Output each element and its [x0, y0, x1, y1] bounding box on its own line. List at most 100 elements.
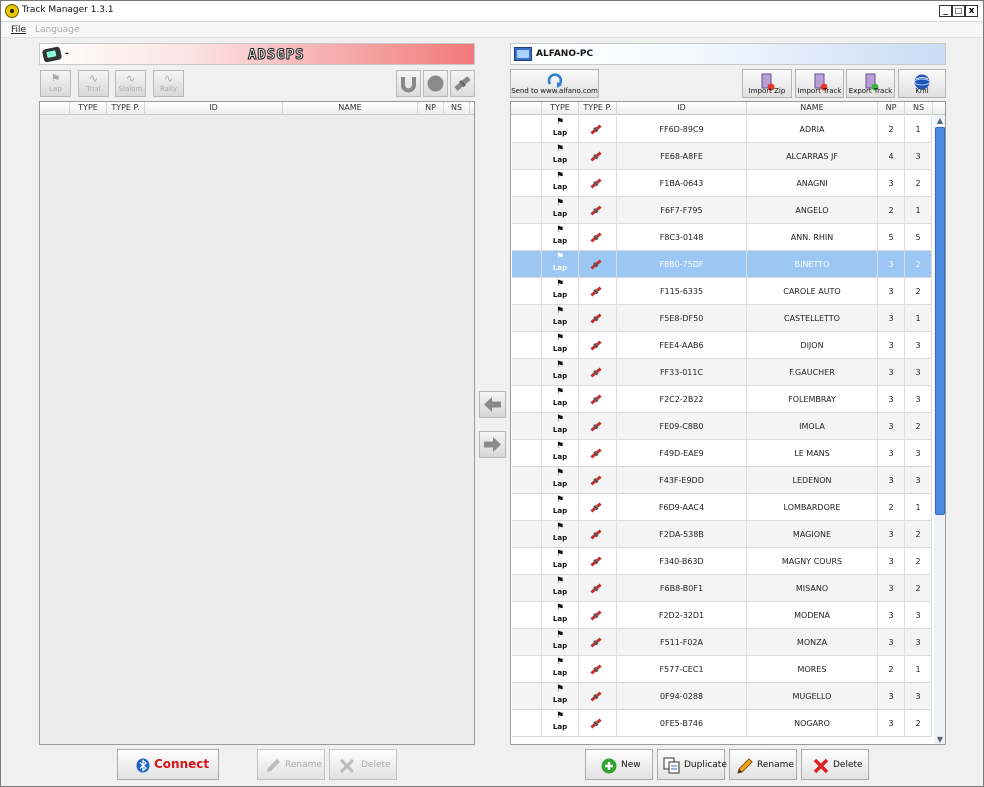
table-row[interactable]: F2C2-2B22 FOLEMBRAY 3 3 ⚑ Lap	[512, 386, 932, 413]
table-row[interactable]: F577-CEC1 MORES 2 1 ⚑ Lap	[512, 656, 932, 683]
cell-blank	[512, 359, 542, 386]
table-row[interactable]: F6B8-B0F1 MISANO 3 2 ⚑ Lap	[512, 575, 932, 602]
scroll-thumb[interactable]	[935, 127, 945, 515]
scroll-up-icon[interactable]: ▲	[934, 115, 945, 126]
table-row[interactable]: FF33-011C F.GAUCHER 3 3 ⚑ Lap	[512, 359, 932, 386]
col-name[interactable]: NAME	[747, 102, 878, 115]
import-zip-button[interactable]: Import Zip	[742, 69, 792, 98]
cell-ns: 3	[905, 440, 932, 467]
device-delete-button[interactable]: Delete	[329, 749, 397, 780]
table-row[interactable]: F8C3-0148 ANN. RHIN 5 5 ⚑ Lap	[512, 224, 932, 251]
pc-track-table[interactable]: TYPE TYPE P. ID NAME NP NS FF6D-89C9 ADRI…	[510, 101, 946, 745]
satellite-icon	[590, 475, 602, 486]
device-track-table[interactable]: TYPE TYPE P. ID NAME NP NS	[39, 101, 475, 745]
track-type-label: Lap	[552, 723, 568, 731]
table-row[interactable]: F8B0-75DF BINETTO 3 2 ⚑ Lap	[512, 251, 932, 278]
close-button[interactable]: x	[965, 5, 978, 17]
slalom-button[interactable]: ∿ Slalom	[115, 70, 146, 97]
rally-button[interactable]: ∿ Rally	[153, 70, 184, 97]
lap-flag-icon: ⚑	[555, 549, 565, 559]
satellite-button[interactable]	[450, 70, 475, 97]
table-row[interactable]: F340-B63D MAGNY COURS 3 2 ⚑ Lap	[512, 548, 932, 575]
cell-np: 3	[878, 251, 905, 278]
menu-bar: File Language	[1, 22, 983, 38]
table-row[interactable]: F5E8-DF50 CASTELLETTO 3 1 ⚑ Lap	[512, 305, 932, 332]
send-button-label: Send to www.alfano.com	[511, 87, 598, 95]
cell-ns: 1	[905, 197, 932, 224]
trial-button[interactable]: ∿ Trial	[78, 70, 109, 97]
table-row[interactable]: FE68-A8FE ALCARRAS JF 4 3 ⚑ Lap	[512, 143, 932, 170]
track-type-label: Lap	[552, 561, 568, 569]
send-to-alfano-button[interactable]: Send to www.alfano.com	[510, 69, 599, 98]
menu-file[interactable]: File	[11, 25, 26, 35]
track-type-label: Lap	[552, 696, 568, 704]
slalom-icon: ∿	[125, 72, 136, 85]
scroll-down-icon[interactable]: ▼	[934, 734, 945, 744]
cell-name: MORES	[747, 656, 878, 683]
menu-language[interactable]: Language	[35, 25, 79, 35]
col-type[interactable]: TYPE	[542, 102, 579, 115]
table-row[interactable]: F6F7-F795 ANGELO 2 1 ⚑ Lap	[512, 197, 932, 224]
export-track-button[interactable]: Export Track	[846, 69, 895, 98]
device-rename-button[interactable]: Rename	[257, 749, 325, 780]
cell-np: 3	[878, 683, 905, 710]
col-name[interactable]: NAME	[283, 102, 418, 115]
table-row[interactable]: F1BA-0643 ANAGNI 3 2 ⚑ Lap	[512, 170, 932, 197]
delete-button[interactable]: Delete	[801, 749, 869, 780]
cell-np: 2	[878, 116, 905, 143]
connect-button[interactable]: Connect	[117, 749, 219, 780]
kml-button[interactable]: Kml	[898, 69, 946, 98]
duplicate-button[interactable]: Duplicate	[657, 749, 727, 780]
device-rename-label: Rename	[285, 760, 322, 770]
record-button[interactable]	[423, 70, 448, 97]
col-type-p[interactable]: TYPE P.	[107, 102, 145, 115]
new-button[interactable]: New	[585, 749, 653, 780]
col-type-p[interactable]: TYPE P.	[579, 102, 617, 115]
copy-to-pc-button[interactable]	[479, 431, 506, 458]
col-np[interactable]: NP	[418, 102, 444, 115]
col-ns[interactable]: NS	[444, 102, 470, 115]
satellite-icon	[590, 286, 602, 297]
import-track-button[interactable]: Import Track	[795, 69, 844, 98]
track-type-label: Lap	[552, 264, 568, 272]
track-type-label: Lap	[552, 534, 568, 542]
copy-to-device-button[interactable]	[479, 391, 506, 418]
cell-name: MODENA	[747, 602, 878, 629]
vertical-scrollbar[interactable]: ▲ ▼	[934, 115, 945, 744]
table-row[interactable]: 0FE5-B746 NOGARO 3 2 ⚑ Lap	[512, 710, 932, 737]
lap-button[interactable]: ⚑ Lap	[40, 70, 71, 97]
table-row[interactable]: F2DA-538B MAGIONE 3 2 ⚑ Lap	[512, 521, 932, 548]
lap-flag-icon: ⚑	[555, 711, 565, 721]
cell-blank	[512, 143, 542, 170]
satellite-icon	[590, 556, 602, 567]
table-row[interactable]: FEE4-AAB6 DIJON 3 3 ⚑ Lap	[512, 332, 932, 359]
table-row[interactable]: F6D9-AAC4 LOMBARDORE 2 1 ⚑ Lap	[512, 494, 932, 521]
cell-id: FF33-011C	[617, 359, 747, 386]
minimize-button[interactable]: _	[939, 5, 952, 17]
table-row[interactable]: F49D-EAE9 LE MANS 3 3 ⚑ Lap	[512, 440, 932, 467]
adsgps-logo: ADSGPS	[248, 47, 305, 64]
maximize-button[interactable]: □	[952, 5, 965, 17]
table-row[interactable]: F115-6335 CAROLE AUTO 3 2 ⚑ Lap	[512, 278, 932, 305]
magnet-button[interactable]	[396, 70, 421, 97]
table-row[interactable]: F43F-E9DD LEDENON 3 3 ⚑ Lap	[512, 467, 932, 494]
col-id[interactable]: ID	[145, 102, 283, 115]
cell-blank	[512, 332, 542, 359]
cell-np: 3	[878, 521, 905, 548]
cell-id: FF6D-89C9	[617, 116, 747, 143]
table-row[interactable]: 0F94-0288 MUGELLO 3 3 ⚑ Lap	[512, 683, 932, 710]
table-row[interactable]: FF6D-89C9 ADRIA 2 1 ⚑ Lap	[512, 116, 932, 143]
col-type[interactable]: TYPE	[70, 102, 107, 115]
lap-flag-icon: ⚑	[555, 468, 565, 478]
satellite-icon	[590, 502, 602, 513]
rename-button[interactable]: Rename	[729, 749, 797, 780]
col-np[interactable]: NP	[878, 102, 905, 115]
cell-name: NOGARO	[747, 710, 878, 737]
col-id[interactable]: ID	[617, 102, 747, 115]
table-row[interactable]: FE09-C8B0 IMOLA 3 2 ⚑ Lap	[512, 413, 932, 440]
table-row[interactable]: F511-F02A MONZA 3 3 ⚑ Lap	[512, 629, 932, 656]
col-ns[interactable]: NS	[905, 102, 933, 115]
cell-ns: 2	[905, 548, 932, 575]
table-row[interactable]: F2D2-32D1 MODENA 3 3 ⚑ Lap	[512, 602, 932, 629]
cell-id: F8C3-0148	[617, 224, 747, 251]
